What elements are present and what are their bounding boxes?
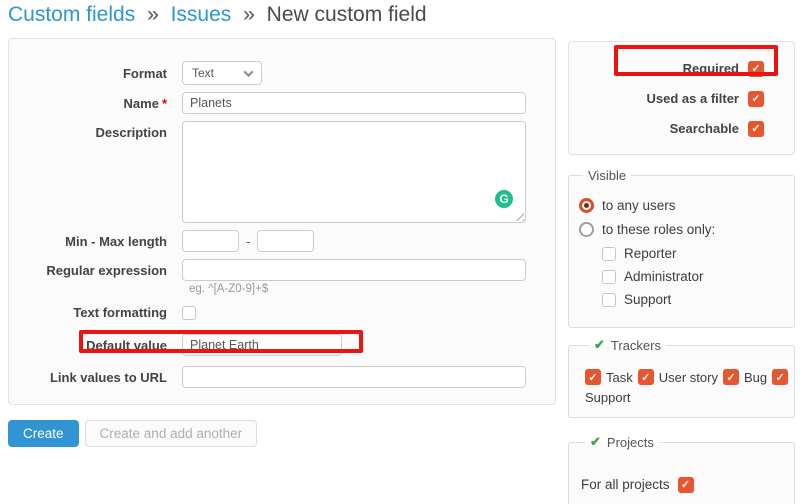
to-any-users-radio[interactable] <box>579 198 594 213</box>
to-these-roles-label: to these roles only: <box>602 222 715 237</box>
tracker-label-user-story: User story <box>659 370 718 385</box>
grammarly-icon[interactable]: G <box>495 190 513 208</box>
form-actions: Create Create and add another <box>8 420 257 447</box>
default-value-input[interactable] <box>182 334 342 356</box>
regex-label: Regular expression <box>9 263 175 278</box>
page-title: New custom field <box>267 3 427 26</box>
required-label: Required <box>683 61 739 76</box>
searchable-checkbox[interactable]: ✓ <box>748 121 764 137</box>
for-all-projects-checkbox[interactable]: ✓ <box>678 477 694 493</box>
checkmark-icon: ✓ <box>588 371 597 384</box>
to-any-users-label: to any users <box>602 198 676 213</box>
flags-panel: Required ✓ Used as a filter ✓ Searchable… <box>568 41 795 155</box>
completed-check-icon: ✔ <box>590 434 601 450</box>
name-label: Name* <box>9 96 175 111</box>
default-value-label: Default value <box>9 338 175 353</box>
checkmark-icon: ✓ <box>641 371 650 384</box>
for-all-projects-row: For all projects ✓ <box>581 476 784 493</box>
visible-option-any-users: to any users <box>579 197 784 213</box>
default-value-row: Default value <box>9 334 555 356</box>
role-row-administrator: Administrator <box>602 269 784 284</box>
breadcrumb-separator: » <box>243 3 255 26</box>
checkmark-icon: ✓ <box>751 62 760 75</box>
tracker-label-support: Support <box>585 390 788 405</box>
role-checkbox-administrator[interactable] <box>602 270 616 284</box>
format-label: Format <box>9 66 175 81</box>
tracker-checkbox-task[interactable]: ✓ <box>585 369 601 385</box>
min-max-label: Min - Max length <box>9 234 175 249</box>
max-length-input[interactable] <box>257 230 314 252</box>
role-row-reporter: Reporter <box>602 246 784 261</box>
role-checkbox-support[interactable] <box>602 293 616 307</box>
used-as-filter-row: Used as a filter ✓ <box>579 90 764 107</box>
used-as-filter-checkbox[interactable]: ✓ <box>748 91 764 107</box>
required-checkbox[interactable]: ✓ <box>748 61 764 77</box>
tracker-label-bug: Bug <box>744 370 767 385</box>
breadcrumb-separator: » <box>147 3 159 26</box>
searchable-row: Searchable ✓ <box>579 120 764 137</box>
visible-legend: Visible <box>583 168 631 183</box>
sidebar: Required ✓ Used as a filter ✓ Searchable… <box>568 41 795 504</box>
searchable-label: Searchable <box>670 121 739 136</box>
to-these-roles-radio[interactable] <box>579 222 594 237</box>
projects-fieldset: ✔ Projects For all projects ✓ <box>568 434 795 504</box>
roles-list: Reporter Administrator Support <box>602 246 784 307</box>
tracker-checkbox-bug[interactable]: ✓ <box>723 369 739 385</box>
role-label-reporter: Reporter <box>624 246 677 261</box>
page: Custom fields » Issues » New custom fiel… <box>0 0 800 504</box>
for-all-projects-label: For all projects <box>581 477 670 492</box>
checkmark-icon: ✓ <box>776 371 785 384</box>
min-length-input[interactable] <box>182 230 239 252</box>
regex-hint: eg. ^[A-Z0-9]+$ <box>189 283 555 295</box>
used-as-filter-label: Used as a filter <box>647 91 740 106</box>
link-url-input[interactable] <box>182 366 526 388</box>
required-asterisk: * <box>162 96 167 111</box>
tracker-checkbox-support[interactable]: ✓ <box>772 369 788 385</box>
format-select[interactable]: Text <box>182 61 262 85</box>
text-formatting-label: Text formatting <box>9 305 175 320</box>
breadcrumb: Custom fields » Issues » New custom fiel… <box>8 3 427 27</box>
completed-check-icon: ✔ <box>594 337 605 353</box>
name-input[interactable] <box>182 92 526 114</box>
regex-row: Regular expression <box>9 259 555 281</box>
role-checkbox-reporter[interactable] <box>602 247 616 261</box>
description-textarea[interactable] <box>182 121 526 223</box>
trackers-fieldset: ✔ Trackers ✓ Task ✓ User story ✓ Bug ✓ S… <box>568 337 795 418</box>
visible-fieldset: Visible to any users to these roles only… <box>568 168 795 328</box>
description-label: Description <box>9 121 175 140</box>
format-row: Format Text <box>9 61 555 85</box>
breadcrumb-link-custom-fields[interactable]: Custom fields <box>8 3 135 26</box>
required-row: Required ✓ <box>579 60 764 77</box>
checkmark-icon: ✓ <box>726 371 735 384</box>
name-row: Name* <box>9 92 555 114</box>
regex-input[interactable] <box>182 259 526 281</box>
trackers-row: ✓ Task ✓ User story ✓ Bug ✓ <box>585 369 788 385</box>
checkmark-icon: ✓ <box>751 122 760 135</box>
checkmark-icon: ✓ <box>681 478 690 491</box>
text-formatting-row: Text formatting <box>9 305 555 320</box>
tracker-checkbox-user-story[interactable]: ✓ <box>638 369 654 385</box>
link-url-row: Link values to URL <box>9 366 555 388</box>
create-and-add-another-button[interactable]: Create and add another <box>85 420 258 447</box>
format-select-value: Text <box>192 66 214 80</box>
chevron-down-icon <box>244 67 254 77</box>
checkmark-icon: ✓ <box>751 92 760 105</box>
visible-option-roles-only: to these roles only: <box>579 221 784 237</box>
role-label-support: Support <box>624 292 671 307</box>
range-separator: - <box>246 234 250 249</box>
custom-field-form-box: Format Text Name* Description G Min - Ma… <box>8 38 556 405</box>
projects-legend: ✔ Projects <box>585 434 659 450</box>
role-row-support: Support <box>602 292 784 307</box>
link-url-label: Link values to URL <box>9 370 175 385</box>
breadcrumb-link-issues[interactable]: Issues <box>171 3 232 26</box>
create-button[interactable]: Create <box>8 420 79 447</box>
description-row: Description G <box>9 121 555 223</box>
min-max-row: Min - Max length - <box>9 230 555 252</box>
tracker-label-task: Task <box>606 370 633 385</box>
role-label-administrator: Administrator <box>624 269 704 284</box>
trackers-legend: ✔ Trackers <box>589 337 666 353</box>
text-formatting-checkbox[interactable] <box>182 306 196 320</box>
